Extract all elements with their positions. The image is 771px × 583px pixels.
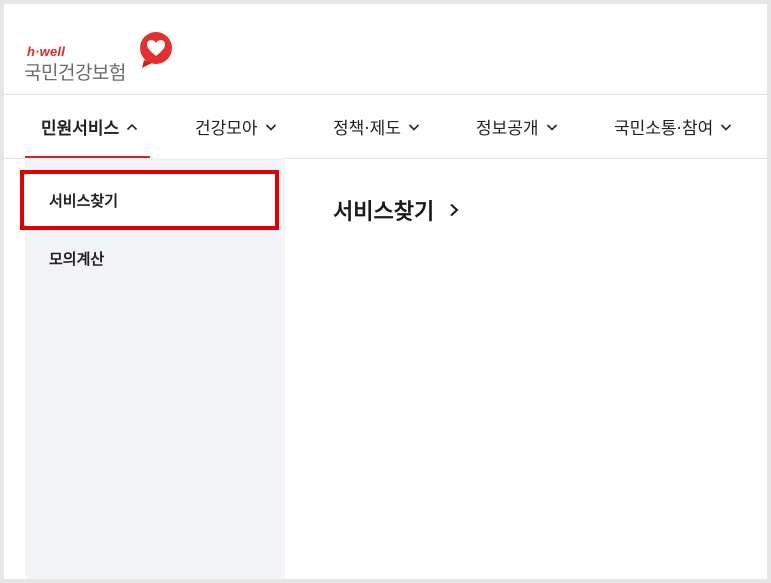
gnb-item-disclosure[interactable]: 정보공개 — [476, 95, 558, 158]
gnb-item-label: 건강모아 — [195, 119, 258, 139]
gnb-item-health-moa[interactable]: 건강모아 — [195, 95, 277, 158]
side-item-service-search[interactable]: 서비스찾기 — [20, 170, 279, 230]
logo[interactable]: h·well 국민건강보험 — [24, 30, 174, 86]
chevron-up-icon — [127, 123, 138, 130]
side-item-label: 서비스찾기 — [49, 191, 119, 210]
chevron-right-icon — [450, 203, 459, 217]
logo-tagline: h·well — [27, 44, 66, 59]
page-title-text: 서비스찾기 — [333, 200, 435, 225]
gnb-item-label: 국민소통·참여 — [614, 119, 714, 139]
chevron-down-icon — [408, 123, 420, 131]
logo-name: 국민건강보험 — [24, 62, 126, 84]
chevron-down-icon — [546, 123, 557, 131]
side-item-mock-calculation[interactable]: 모의계산 — [25, 230, 285, 286]
side-item-label: 모의계산 — [49, 249, 105, 268]
page-title[interactable]: 서비스찾기 — [333, 194, 460, 226]
gnb-item-policy[interactable]: 정책·제도 — [333, 95, 420, 158]
global-nav: 민원서비스 건강모아 정책·제도 정보공개 국민소통·참여 — [4, 94, 767, 159]
gnb-item-label: 민원서비스 — [41, 119, 120, 139]
gnb-item-civil-service[interactable]: 민원서비스 — [24, 95, 151, 159]
chevron-down-icon — [721, 123, 732, 131]
gnb-item-label: 정보공개 — [476, 119, 539, 139]
gnb-item-label: 정책·제도 — [333, 119, 401, 139]
page-frame: h·well 국민건강보험 민원서비스 건강모아 정책·제도 정보공개 국민소통… — [4, 4, 767, 579]
side-menu: 서비스찾기 모의계산 — [20, 158, 285, 579]
gnb-item-communication[interactable]: 국민소통·참여 — [614, 95, 732, 158]
chevron-down-icon — [265, 123, 276, 131]
heart-icon — [140, 32, 172, 68]
